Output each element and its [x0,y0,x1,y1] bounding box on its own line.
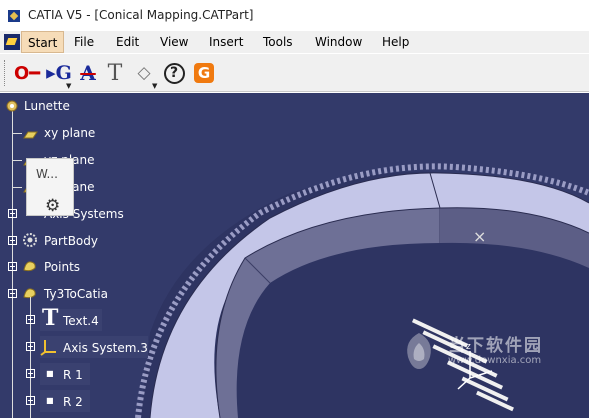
chevron-down-icon[interactable]: ▼ [152,82,157,90]
geometric-set-icon[interactable] [22,258,38,274]
menu-tools[interactable]: Tools [257,31,299,53]
tree-node-text4[interactable]: Text.4 [63,311,99,331]
help-tool[interactable]: ? [162,60,186,86]
g-orange-icon: G [194,63,214,83]
chevron-down-icon[interactable]: ▼ [66,82,71,90]
window-title: CATIA V5 - [Conical Mapping.CATPart] [28,8,254,22]
tree-connector [12,187,22,188]
menu-insert[interactable]: Insert [203,31,249,53]
catia-logo-icon[interactable] [4,34,20,50]
axis-system-icon[interactable] [40,338,56,356]
tree-node-partbody[interactable]: PartBody [44,231,98,251]
plane-icon[interactable] [22,126,38,142]
tree-node-xy-plane[interactable]: xy plane [44,123,95,143]
3d-viewport[interactable]: z × Lunette xy plane yz plane zx plane [0,93,589,418]
tree-node-r1[interactable]: R 1 [63,365,83,385]
key-tool-icon[interactable]: O━ [14,60,40,86]
menu-file[interactable]: File [68,31,100,53]
menu-edit[interactable]: Edit [110,31,145,53]
popup-title: W... [36,167,58,181]
text-t-icon[interactable]: T [104,60,126,86]
expand-toggle[interactable] [8,236,17,245]
menu-help[interactable]: Help [376,31,415,53]
cross-marker: × [473,227,487,246]
watermark-logo-icon [407,333,431,369]
g-orange-tool[interactable]: G [192,60,216,86]
toolbar: O━ ▸G ▼ A T ◇ ▼ ? G [0,54,589,92]
collapse-toggle[interactable] [8,289,17,298]
watermark-cn-text: 当下软件园 [448,336,543,356]
watermark: 当下软件园 www.downxia.com [400,331,570,373]
menu-window[interactable]: Window [309,31,368,53]
expand-toggle[interactable] [26,396,35,405]
tree-node-points[interactable]: Points [44,257,80,277]
title-bar: CATIA V5 - [Conical Mapping.CATPart] [0,0,589,30]
expand-toggle[interactable] [26,315,35,324]
tree-node-axis-system3[interactable]: Axis System.3 [63,338,148,358]
strike-a-icon[interactable]: A [76,60,100,86]
tree-connector [12,160,22,161]
expand-toggle[interactable] [8,262,17,271]
tree-node-r2[interactable]: R 2 [63,392,83,412]
point-icon[interactable]: ■ [46,391,54,411]
catia-app-icon [8,10,20,22]
mini-popup-window[interactable]: W... ⚙ [26,158,74,216]
partbody-gear-icon[interactable] [22,232,38,248]
gear-icon[interactable]: ⚙ [45,196,60,216]
tree-connector [12,133,22,134]
menu-bar: Start File Edit View Insert Tools Window… [0,31,589,53]
toolbar-grip[interactable] [4,60,7,86]
part-gear-icon[interactable] [4,98,20,114]
menu-start[interactable]: Start [21,31,65,53]
watermark-url: www.downxia.com [448,355,542,366]
tree-root-lunette[interactable]: Lunette [24,96,70,116]
expand-toggle[interactable] [26,342,35,351]
help-icon: ? [163,62,185,84]
text-t-icon[interactable]: T [42,307,58,329]
point-icon[interactable]: ■ [46,364,54,384]
expand-toggle[interactable] [8,209,17,218]
menu-view[interactable]: View [154,31,194,53]
expand-toggle[interactable] [26,369,35,378]
tree-node-ty3tocatia[interactable]: Ty3ToCatia [44,284,108,304]
